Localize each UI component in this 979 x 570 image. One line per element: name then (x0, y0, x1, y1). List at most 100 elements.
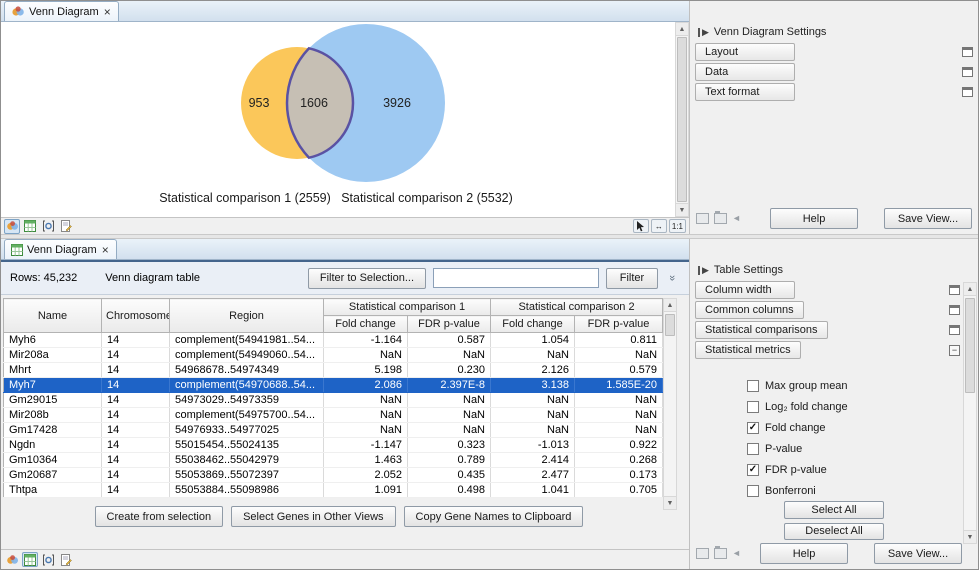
cell-name[interactable]: Gm29015 (4, 393, 102, 408)
table-row[interactable]: Myh614complement(54941981..54...-1.1640.… (4, 333, 663, 348)
cell-fold-change-2[interactable]: NaN (491, 393, 575, 408)
table-row[interactable]: Mir208a14complement(54949060..54...NaNNa… (4, 348, 663, 363)
close-tab-icon[interactable]: × (103, 7, 112, 17)
cell-chromosome[interactable]: 14 (102, 378, 170, 393)
help-button[interactable]: Help (760, 543, 848, 564)
scroll-up-icon[interactable]: ▲ (664, 299, 676, 312)
cell-fold-change-1[interactable]: NaN (324, 393, 408, 408)
metric-row[interactable]: ✓Fold change (747, 421, 978, 434)
cell-fdr-p-value-2[interactable]: 1.585E-20 (575, 378, 663, 393)
cell-fold-change-1[interactable]: 1.091 (324, 483, 408, 498)
cell-fdr-p-value-1[interactable]: 0.230 (408, 363, 491, 378)
cell-chromosome[interactable]: 14 (102, 438, 170, 453)
checkbox-checked-icon[interactable]: ✓ (747, 464, 759, 476)
column-header-name[interactable]: Name (4, 299, 102, 333)
cell-region[interactable]: 55038462..55042979 (170, 453, 324, 468)
cell-fold-change-1[interactable]: 2.086 (324, 378, 408, 393)
cell-fold-change-1[interactable]: NaN (324, 348, 408, 363)
tab-venn-diagram[interactable]: Venn Diagram × (4, 1, 119, 21)
scroll-up-icon[interactable]: ▲ (964, 283, 976, 296)
select-genes-other-views-button[interactable]: Select Genes in Other Views (231, 506, 395, 527)
cell-fdr-p-value-2[interactable]: 0.268 (575, 453, 663, 468)
column-header-fdr-p-value-1[interactable]: FDR p-value (408, 316, 491, 333)
cell-name[interactable]: Myh7 (4, 378, 102, 393)
scroll-down-icon[interactable]: ▼ (664, 496, 676, 509)
cell-name[interactable]: Gm20687 (4, 468, 102, 483)
cell-fdr-p-value-2[interactable]: 0.811 (575, 333, 663, 348)
cell-fold-change-2[interactable]: 2.477 (491, 468, 575, 483)
save-view-button[interactable]: Save View... (874, 543, 962, 564)
cell-fold-change-2[interactable]: NaN (491, 408, 575, 423)
table-row[interactable]: Myh714complement(54970688..54...2.0862.3… (4, 378, 663, 393)
collapse-section-icon[interactable]: − (949, 345, 960, 356)
section-header-common-columns[interactable]: Common columns (695, 301, 804, 319)
cell-region[interactable]: 54973029..54973359 (170, 393, 324, 408)
cell-chromosome[interactable]: 14 (102, 348, 170, 363)
table-view-icon[interactable] (22, 552, 38, 567)
table-view-icon[interactable] (22, 219, 38, 234)
cell-chromosome[interactable]: 14 (102, 453, 170, 468)
venn-view-icon[interactable] (4, 219, 20, 234)
cell-fold-change-1[interactable]: NaN (324, 408, 408, 423)
cell-region[interactable]: 55015454..55024135 (170, 438, 324, 453)
table-row[interactable]: Gm290151454973029..54973359NaNNaNNaNNaN (4, 393, 663, 408)
cell-fdr-p-value-2[interactable]: NaN (575, 393, 663, 408)
section-header-layout[interactable]: Layout (695, 43, 795, 61)
metric-row[interactable]: P-value (747, 442, 978, 455)
column-header-fold-change-2[interactable]: Fold change (491, 316, 575, 333)
cell-fdr-p-value-2[interactable]: NaN (575, 408, 663, 423)
cell-chromosome[interactable]: 14 (102, 423, 170, 438)
cell-fdr-p-value-1[interactable]: 0.498 (408, 483, 491, 498)
scroll-down-icon[interactable]: ▼ (676, 203, 688, 216)
scroll-up-icon[interactable]: ▲ (676, 23, 688, 36)
column-header-chromosome[interactable]: Chromosome (102, 299, 170, 333)
dock-panel-icon[interactable] (696, 213, 709, 224)
cell-fdr-p-value-1[interactable]: 2.397E-8 (408, 378, 491, 393)
help-button[interactable]: Help (770, 208, 858, 229)
cell-name[interactable]: Gm10364 (4, 453, 102, 468)
checkbox-unchecked-icon[interactable] (747, 485, 759, 497)
cell-fdr-p-value-1[interactable]: 0.323 (408, 438, 491, 453)
panel-toggle-icon[interactable]: ▶ (698, 266, 709, 275)
expand-filter-icon[interactable]: » (665, 270, 680, 286)
table-row[interactable]: Gm206871455053869..550723972.0520.4352.4… (4, 468, 663, 483)
column-header-fdr-p-value-2[interactable]: FDR p-value (575, 316, 663, 333)
palette-icon[interactable] (962, 47, 973, 57)
cell-chromosome[interactable]: 14 (102, 468, 170, 483)
venn-vertical-scrollbar[interactable]: ▲ ▼ (675, 22, 689, 217)
cell-name[interactable]: Ngdn (4, 438, 102, 453)
cell-name[interactable]: Mir208b (4, 408, 102, 423)
panel-options-icon[interactable]: ◄ (732, 213, 742, 224)
close-tab-icon[interactable]: × (101, 245, 110, 255)
copy-gene-names-button[interactable]: Copy Gene Names to Clipboard (404, 506, 584, 527)
section-header-statistical-metrics[interactable]: Statistical metrics (695, 341, 801, 359)
tab-venn-diagram-table[interactable]: Venn Diagram × (4, 239, 117, 259)
palette-icon[interactable] (962, 67, 973, 77)
palette-icon[interactable] (949, 305, 960, 315)
checkbox-unchecked-icon[interactable] (747, 401, 759, 413)
cell-chromosome[interactable]: 14 (102, 483, 170, 498)
table-row[interactable]: Ngdn1455015454..55024135-1.1470.323-1.01… (4, 438, 663, 453)
cell-fdr-p-value-1[interactable]: NaN (408, 408, 491, 423)
metric-row[interactable]: Bonferroni (747, 484, 978, 497)
metric-row[interactable]: ✓FDR p-value (747, 463, 978, 476)
filter-to-selection-button[interactable]: Filter to Selection... (308, 268, 426, 289)
scrollbar-thumb[interactable] (665, 314, 675, 336)
cell-region[interactable]: 54976933..54977025 (170, 423, 324, 438)
checkbox-unchecked-icon[interactable] (747, 443, 759, 455)
cell-chromosome[interactable]: 14 (102, 408, 170, 423)
select-all-button[interactable]: Select All (784, 501, 884, 519)
cell-fold-change-2[interactable]: NaN (491, 348, 575, 363)
cell-fold-change-1[interactable]: 1.463 (324, 453, 408, 468)
panel-toggle-icon[interactable]: ▶ (698, 28, 709, 37)
dock-panel-icon[interactable] (696, 548, 709, 559)
group-header-statistical-comparison-1[interactable]: Statistical comparison 1 (324, 299, 491, 316)
cell-region[interactable]: 55053869..55072397 (170, 468, 324, 483)
palette-icon[interactable] (949, 285, 960, 295)
cell-name[interactable]: Mhrt (4, 363, 102, 378)
cell-fdr-p-value-2[interactable]: 0.579 (575, 363, 663, 378)
table-row[interactable]: Thtpa1455053884..550989861.0910.4981.041… (4, 483, 663, 498)
float-panel-icon[interactable] (714, 213, 727, 224)
cell-fold-change-2[interactable]: 1.041 (491, 483, 575, 498)
cell-fold-change-2[interactable]: NaN (491, 423, 575, 438)
